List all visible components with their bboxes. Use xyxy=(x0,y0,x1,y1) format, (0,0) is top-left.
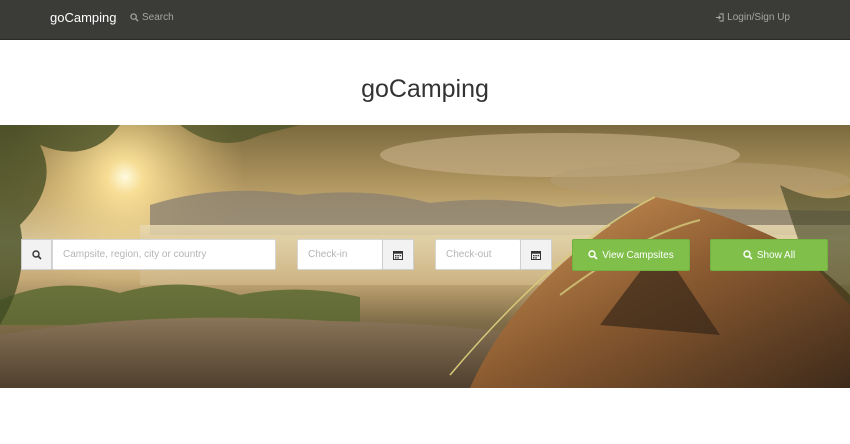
calendar-icon xyxy=(531,250,541,260)
show-all-button[interactable]: Show All xyxy=(710,239,828,271)
view-campsites-button[interactable]: View Campsites xyxy=(572,239,690,271)
page-title: goCamping xyxy=(361,75,489,103)
search-icon xyxy=(588,250,598,260)
show-all-label: Show All xyxy=(756,249,796,261)
login-icon xyxy=(716,13,724,22)
top-navbar: goCamping Search Login/Sign Up xyxy=(0,0,850,40)
location-search-input[interactable]: Campsite, region, city or country xyxy=(52,239,276,270)
view-campsites-label: View Campsites xyxy=(602,249,674,261)
search-icon xyxy=(31,249,42,260)
calendar-icon xyxy=(393,250,403,260)
checkin-calendar-button[interactable] xyxy=(382,239,414,270)
checkout-calendar-button[interactable] xyxy=(520,239,552,270)
hero-banner: Campsite, region, city or country Check-… xyxy=(0,125,850,388)
navbar-brand[interactable]: goCamping xyxy=(50,10,117,25)
location-placeholder: Campsite, region, city or country xyxy=(63,249,207,260)
checkin-date-input[interactable]: Check-in xyxy=(297,239,383,270)
checkin-placeholder: Check-in xyxy=(308,249,348,260)
navbar-login-link[interactable]: Login/Sign Up xyxy=(715,12,790,23)
navbar-login-label: Login/Sign Up xyxy=(727,12,790,23)
location-search-addon xyxy=(21,239,52,270)
navbar-search-label: Search xyxy=(142,12,174,23)
search-icon xyxy=(743,250,753,260)
checkout-date-input[interactable]: Check-out xyxy=(435,239,521,270)
search-icon xyxy=(130,13,139,22)
checkout-placeholder: Check-out xyxy=(446,249,492,260)
navbar-search-link[interactable]: Search xyxy=(130,12,174,23)
